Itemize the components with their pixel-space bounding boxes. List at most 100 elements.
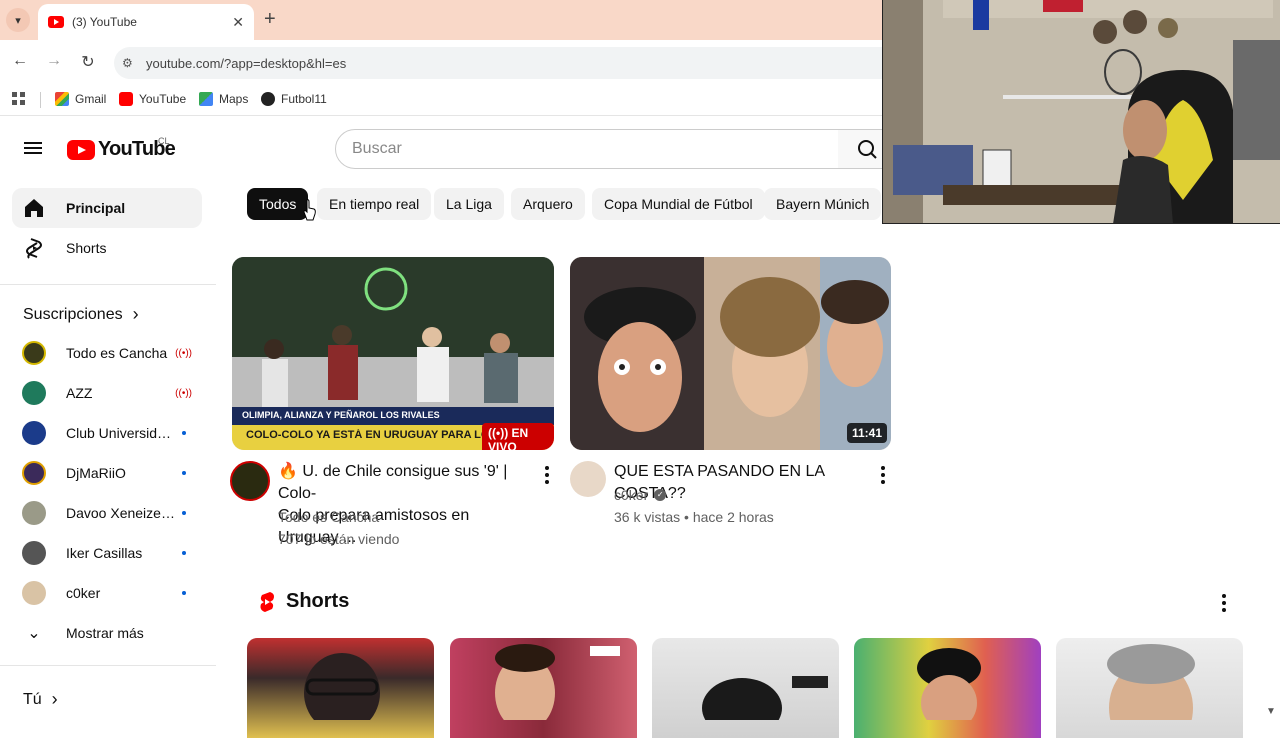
webcam-feed <box>883 0 1280 223</box>
tab-search-dropdown-icon[interactable]: ▾ <box>6 8 30 32</box>
shorts-logo-icon <box>260 591 274 612</box>
verified-check-icon: ✓ <box>654 489 667 501</box>
new-tab-button[interactable]: + <box>264 9 276 29</box>
thumbnail-caption-top: OLIMPIA, ALIANZA Y PEÑAROL LOS RIVALES <box>242 410 440 420</box>
webcam-overlay <box>882 0 1280 224</box>
subscription-name: c0ker <box>66 585 101 601</box>
channel-avatar <box>22 461 46 485</box>
subscription-item[interactable]: AZZ ((•)) <box>12 373 202 413</box>
youtube-play-icon <box>67 139 95 160</box>
video-meta: 36 k vistas • hace 2 horas <box>614 509 774 525</box>
search-button[interactable] <box>838 129 888 169</box>
chip-en-tiempo-real[interactable]: En tiempo real <box>317 188 432 220</box>
subscription-item[interactable]: Todo es Cancha ((•)) <box>12 333 202 373</box>
search-icon <box>858 140 877 159</box>
bookmark-label: Maps <box>219 92 249 106</box>
subscription-name: Iker Casillas <box>66 545 143 561</box>
subscription-item[interactable]: Club Universidad… <box>12 413 202 453</box>
short-thumbnail[interactable] <box>247 638 434 738</box>
forward-arrow-icon[interactable]: → <box>44 52 64 70</box>
new-content-dot <box>182 551 186 555</box>
bookmark-maps[interactable]: Maps <box>199 92 248 106</box>
more-actions-icon[interactable] <box>545 466 549 487</box>
channel-name: c0ker <box>614 487 649 503</box>
bookmark-futbol11[interactable]: Futbol11 <box>261 92 327 106</box>
channel-avatar <box>22 381 46 405</box>
shorts-more-icon[interactable] <box>1222 594 1226 615</box>
short-thumbnail-art <box>304 653 380 733</box>
subscription-name: DjMaRiiO <box>66 465 126 481</box>
show-more-button[interactable]: ⌄ Mostrar más <box>12 613 202 653</box>
subscription-name: Todo es Cancha <box>66 345 168 361</box>
channel-avatar <box>22 501 46 525</box>
subscriptions-heading-label: Suscripciones <box>23 305 123 323</box>
tab-close-icon[interactable]: ✕ <box>232 14 244 31</box>
reload-icon[interactable]: ↻ <box>78 52 98 72</box>
chip-arquero[interactable]: Arquero <box>511 188 585 220</box>
thumbnail-art <box>232 257 554 450</box>
short-thumbnail[interactable] <box>450 638 637 738</box>
chip-bayern-munich[interactable]: Bayern Múnich <box>764 188 882 220</box>
tab-title: (3) YouTube <box>72 15 137 29</box>
new-content-dot <box>182 511 186 515</box>
address-bar[interactable]: youtube.com/?app=desktop&hl=es <box>114 47 914 79</box>
subscription-item[interactable]: Iker Casillas <box>12 533 202 573</box>
shorts-heading-label: Shorts <box>286 590 350 612</box>
search-input[interactable]: Buscar <box>335 129 839 169</box>
short-thumbnail[interactable] <box>652 638 839 738</box>
channel-avatar[interactable] <box>570 461 606 497</box>
sidebar-item-principal[interactable]: Principal <box>12 188 202 228</box>
subscription-name: Club Universidad… <box>66 425 176 441</box>
video-thumbnail[interactable]: 11:41 <box>570 257 891 450</box>
chip-todos[interactable]: Todos <box>247 188 309 220</box>
apps-grid-icon[interactable] <box>12 92 26 106</box>
browser-tab-youtube[interactable]: (3) YouTube ✕ <box>38 4 254 40</box>
bookmark-youtube[interactable]: YouTube <box>119 92 186 106</box>
channel-avatar[interactable] <box>230 461 270 501</box>
bookmark-gmail[interactable]: Gmail <box>55 92 106 106</box>
you-heading[interactable]: Tú › <box>23 689 58 710</box>
thumbnail-caption-bottom: COLO-COLO YA ESTÁ EN URUGUAY PARA LOS AM… <box>246 429 484 441</box>
maps-icon <box>199 92 213 106</box>
chevron-right-icon: › <box>132 304 139 324</box>
gmail-icon <box>55 92 69 106</box>
bookmark-label: Gmail <box>75 92 107 106</box>
short-thumbnail[interactable] <box>1056 638 1243 738</box>
sidebar-divider <box>0 665 216 666</box>
bookmarks-divider <box>40 92 41 108</box>
subscription-item[interactable]: c0ker <box>12 573 202 613</box>
channel-name[interactable]: Todo es Cancha <box>278 509 379 525</box>
thumbnail-art <box>570 257 891 450</box>
chevron-right-icon: › <box>51 689 58 709</box>
subscription-item[interactable]: DjMaRiiO <box>12 453 202 493</box>
guide-menu-icon[interactable] <box>24 139 42 157</box>
scroll-down-arrow-icon[interactable]: ▼ <box>1266 706 1276 717</box>
youtube-icon <box>119 92 133 106</box>
channel-name-row[interactable]: c0ker ✓ <box>614 487 667 503</box>
sidebar-item-label: Principal <box>66 200 126 216</box>
you-heading-label: Tú <box>23 690 42 708</box>
video-thumbnail[interactable]: OLIMPIA, ALIANZA Y PEÑAROL LOS RIVALES C… <box>232 257 554 450</box>
chip-la-liga[interactable]: La Liga <box>434 188 504 220</box>
more-actions-icon[interactable] <box>881 466 885 487</box>
futbol11-icon <box>261 92 275 106</box>
subscription-name: AZZ <box>66 385 93 401</box>
channel-avatar <box>22 581 46 605</box>
chip-copa-mundial[interactable]: Copa Mundial de Fútbol <box>592 188 765 220</box>
subscription-item[interactable]: Davoo Xeneize P… <box>12 493 202 533</box>
sidebar-item-shorts[interactable]: Shorts <box>12 228 202 268</box>
site-info-icon[interactable]: ⚙ <box>122 56 133 70</box>
subscriptions-heading[interactable]: Suscripciones › <box>23 304 139 325</box>
back-arrow-icon[interactable]: ← <box>10 52 30 70</box>
subscription-name: Davoo Xeneize P… <box>66 505 176 521</box>
channel-avatar <box>22 421 46 445</box>
short-thumbnail[interactable] <box>854 638 1041 738</box>
new-content-dot <box>182 471 186 475</box>
shorts-section-heading: Shorts <box>258 590 349 613</box>
live-badge: ((•)) EN VIVO <box>482 423 554 450</box>
shorts-icon <box>22 236 46 260</box>
mouse-cursor-icon <box>303 199 316 221</box>
new-content-dot <box>182 431 186 435</box>
short-thumbnail-art <box>702 676 828 738</box>
home-icon <box>22 196 46 220</box>
